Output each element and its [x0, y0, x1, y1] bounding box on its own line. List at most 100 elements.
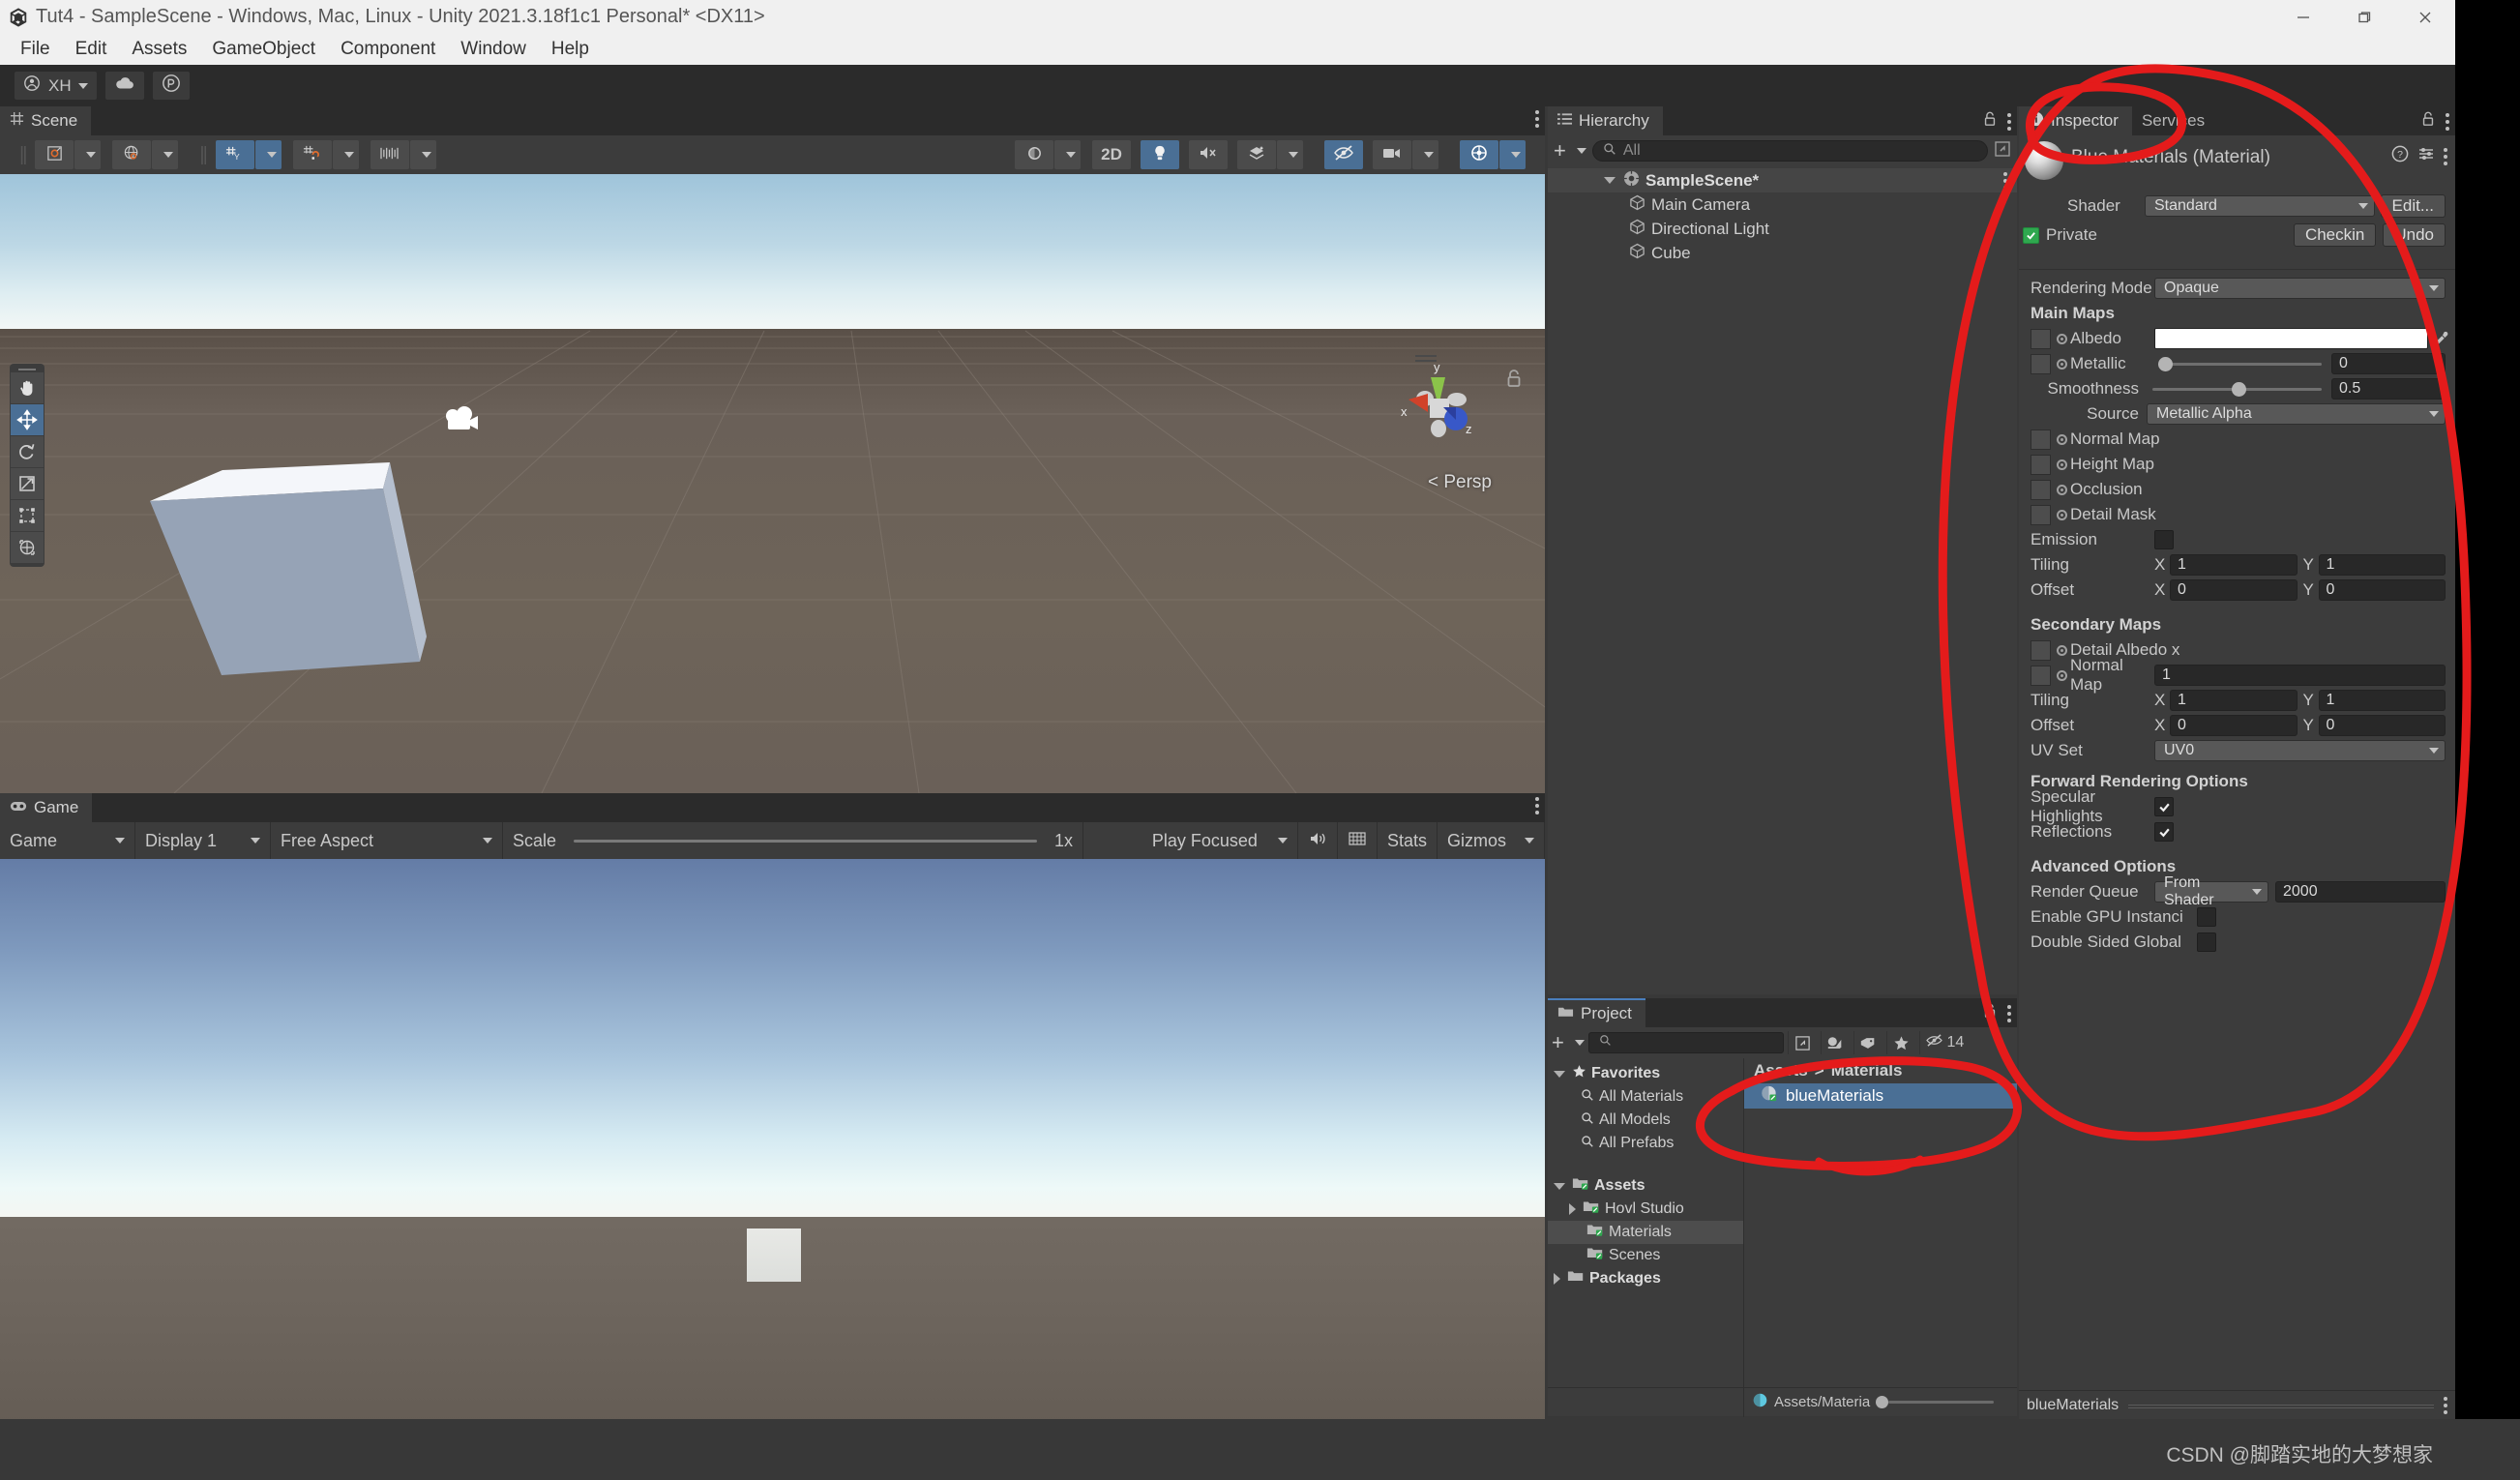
more-options-icon[interactable]: [2444, 148, 2447, 165]
undo-button[interactable]: Undo: [2383, 223, 2446, 247]
hierarchy-expand-icon[interactable]: [1994, 140, 2011, 163]
shader-edit-button[interactable]: Edit...: [2381, 194, 2446, 218]
draw-mode-button[interactable]: [35, 140, 74, 169]
snap-button[interactable]: [293, 140, 332, 169]
more-options-icon[interactable]: [2444, 1397, 2447, 1414]
hierarchy-search-input[interactable]: All: [1592, 140, 1988, 162]
game-viewport[interactable]: [0, 859, 1545, 1451]
main-offset-y-field[interactable]: 0: [2319, 579, 2446, 601]
more-options-icon[interactable]: [1535, 797, 1539, 814]
hierarchy-tree[interactable]: SampleScene* Main Camera Directional Lig…: [1548, 166, 2017, 994]
account-button[interactable]: XH: [14, 71, 98, 101]
shader-dropdown[interactable]: Standard: [2145, 195, 2375, 217]
hierarchy-row-cube[interactable]: Cube: [1548, 241, 2017, 265]
main-tiling-y-field[interactable]: 1: [2319, 554, 2446, 576]
metallic-value[interactable]: 0: [2331, 353, 2446, 374]
lock-icon[interactable]: [1982, 110, 1998, 133]
scale-tool-icon[interactable]: [11, 468, 44, 499]
albedo-color-swatch[interactable]: [2154, 328, 2428, 349]
hierarchy-row-directional-light[interactable]: Directional Light: [1548, 217, 2017, 241]
snap-dropdown[interactable]: [333, 140, 359, 169]
play-focused-dropdown[interactable]: Play Focused: [1142, 822, 1298, 859]
project-tree-hovl-studio[interactable]: Hovl Studio: [1548, 1198, 1743, 1221]
source-dropdown[interactable]: Metallic Alpha: [2147, 403, 2446, 425]
main-tiling-x-field[interactable]: 1: [2170, 554, 2298, 576]
occlusion-toggle-icon[interactable]: [2057, 485, 2067, 495]
project-tree-scenes[interactable]: Scenes: [1548, 1244, 1743, 1267]
breadcrumb-materials[interactable]: Materials: [1831, 1061, 1903, 1080]
breadcrumb-assets[interactable]: Assets: [1754, 1061, 1808, 1080]
smoothness-slider[interactable]: [2152, 388, 2322, 391]
game-display-dropdown[interactable]: Display 1: [135, 822, 271, 859]
menu-component[interactable]: Component: [328, 37, 448, 62]
grid-dropdown[interactable]: [255, 140, 282, 169]
tab-project[interactable]: Project: [1548, 998, 1645, 1027]
project-tree-assets[interactable]: Assets: [1548, 1174, 1743, 1198]
game-mute-button[interactable]: [1298, 822, 1338, 859]
menu-help[interactable]: Help: [539, 37, 602, 62]
lighting-toggle[interactable]: [1141, 140, 1179, 169]
rendering-mode-dropdown[interactable]: Opaque: [2154, 278, 2446, 299]
filter-type-icon[interactable]: [1821, 1031, 1850, 1054]
game-scale-slider[interactable]: Scale 1x: [503, 822, 1083, 859]
main-offset-x-field[interactable]: 0: [2170, 579, 2298, 601]
sec-offset-x-field[interactable]: 0: [2170, 715, 2298, 736]
tab-inspector[interactable]: Inspector: [2019, 106, 2132, 135]
hand-tool-icon[interactable]: [11, 372, 44, 403]
menu-window[interactable]: Window: [448, 37, 539, 62]
project-tree-all-models[interactable]: All Models: [1548, 1109, 1743, 1132]
transform-tool-icon[interactable]: [11, 532, 44, 563]
tab-game[interactable]: Game: [0, 793, 92, 822]
overlay-drag-handle[interactable]: [18, 369, 36, 370]
hierarchy-row-main-camera[interactable]: Main Camera: [1548, 192, 2017, 217]
move-tool-icon[interactable]: [11, 404, 44, 435]
pivot-dropdown[interactable]: [152, 140, 178, 169]
scale-slider-track[interactable]: [574, 840, 1037, 843]
tab-scene[interactable]: Scene: [0, 106, 91, 135]
menu-assets[interactable]: Assets: [119, 37, 199, 62]
eyedropper-icon[interactable]: [2428, 330, 2455, 347]
private-checkbox[interactable]: [2023, 227, 2039, 244]
project-tree-all-materials[interactable]: All Materials: [1548, 1085, 1743, 1109]
maximize-button[interactable]: [2333, 0, 2394, 34]
project-tree-materials[interactable]: Materials: [1548, 1221, 1743, 1244]
sec-offset-y-field[interactable]: 0: [2319, 715, 2446, 736]
menu-gameobject[interactable]: GameObject: [199, 37, 328, 62]
tab-hierarchy[interactable]: Hierarchy: [1548, 106, 1663, 135]
draw-mode-dropdown[interactable]: [74, 140, 101, 169]
chevron-down-icon[interactable]: [1554, 1183, 1565, 1190]
gizmos-dropdown[interactable]: [1499, 140, 1526, 169]
favorite-star-icon[interactable]: [1886, 1031, 1915, 1054]
more-options-icon[interactable]: [2003, 172, 2007, 190]
menu-file[interactable]: File: [8, 37, 63, 62]
more-options-icon[interactable]: [2007, 113, 2011, 131]
secondary-normal-toggle-icon[interactable]: [2057, 670, 2067, 681]
open-external-icon[interactable]: [1788, 1031, 1817, 1054]
game-target-dropdown[interactable]: Game: [0, 822, 135, 859]
scene-camera-gizmo-icon[interactable]: [440, 406, 483, 440]
lock-icon[interactable]: [1982, 1002, 1998, 1024]
hierarchy-row-samplescene[interactable]: SampleScene*: [1548, 168, 2017, 192]
height-map-toggle-icon[interactable]: [2057, 459, 2067, 470]
project-tree-all-prefabs[interactable]: All Prefabs: [1548, 1132, 1743, 1155]
services-button[interactable]: [152, 71, 191, 101]
metallic-slider-handle[interactable]: [2158, 357, 2173, 371]
project-tree-favorites[interactable]: Favorites: [1548, 1062, 1743, 1085]
game-gizmos-dropdown[interactable]: Gizmos: [1438, 822, 1545, 859]
game-aspect-dropdown[interactable]: Free Aspect: [271, 822, 503, 859]
filter-label-icon[interactable]: [1853, 1031, 1883, 1054]
scene-fx-dropdown[interactable]: [1054, 140, 1081, 169]
chevron-down-icon[interactable]: [1554, 1071, 1565, 1078]
pivot-rotation-button[interactable]: [112, 140, 151, 169]
scene-effects-button[interactable]: [1237, 140, 1276, 169]
chevron-right-icon[interactable]: [1569, 1203, 1576, 1215]
reflections-checkbox[interactable]: [2154, 822, 2174, 842]
twod-toggle[interactable]: 2D: [1092, 140, 1131, 169]
hidden-objects-toggle[interactable]: [1324, 140, 1363, 169]
lock-icon[interactable]: [2420, 110, 2436, 133]
tab-services[interactable]: Services: [2132, 106, 2218, 135]
project-asset-list[interactable]: Assets > Materials blueMaterials: [1744, 1058, 2017, 1387]
project-tree[interactable]: Favorites All Materials All Models All P…: [1548, 1058, 1744, 1387]
project-add-button[interactable]: +: [1552, 1030, 1585, 1055]
hierarchy-add-button[interactable]: +: [1554, 138, 1586, 163]
